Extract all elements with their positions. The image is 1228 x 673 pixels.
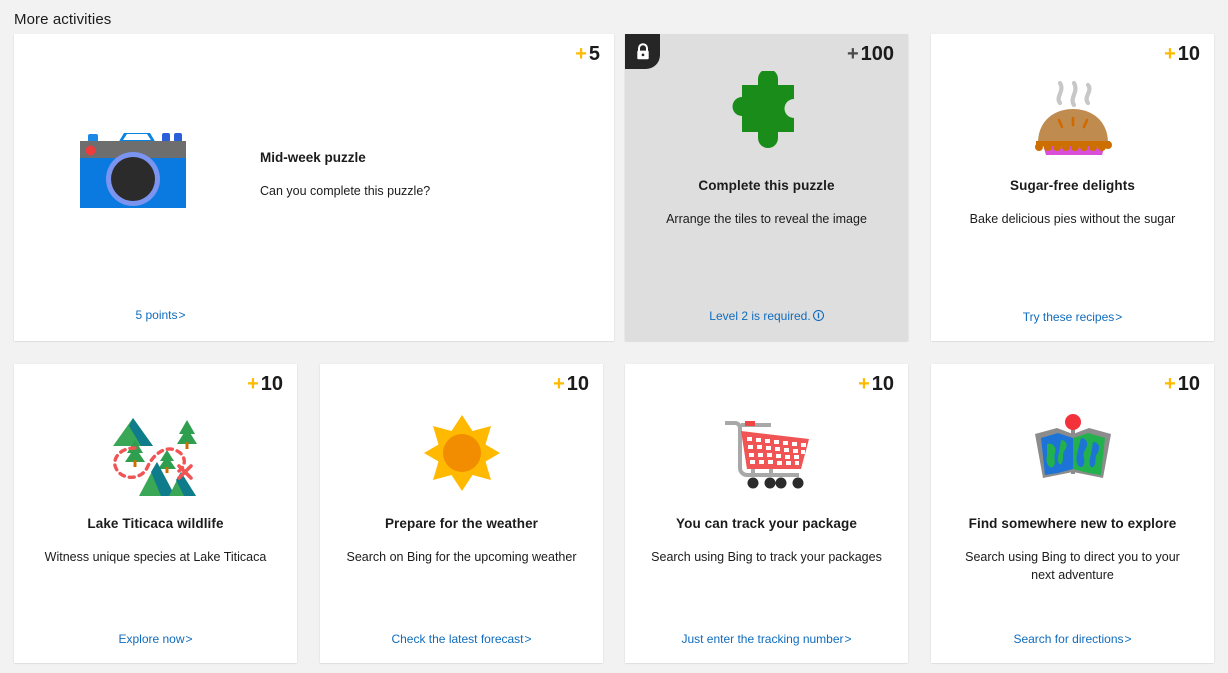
activity-card-find-somewhere-new[interactable]: +10 Find somewhere new to explore Search…: [931, 364, 1214, 663]
card-action-label: Check the latest forecast: [391, 632, 524, 646]
chevron-right-icon: >: [185, 632, 193, 646]
page-title: More activities: [14, 11, 112, 28]
card-title: Lake Titicaca wildlife: [87, 516, 224, 531]
sun-icon: [422, 410, 502, 496]
card-body: Complete this puzzle Arrange the tiles t…: [625, 34, 908, 341]
card-action-label: Just enter the tracking number: [681, 632, 844, 646]
card-body: You can track your package Search using …: [625, 364, 908, 663]
activity-card-sugar-free-delights[interactable]: +10 Sugar-free delights Bake delicious p…: [931, 34, 1214, 341]
card-action-label: Try these recipes: [1022, 310, 1115, 324]
card-description: Can you complete this puzzle?: [260, 184, 431, 198]
card-action-link[interactable]: Check the latest forecast>: [320, 632, 603, 646]
activity-card-complete-puzzle[interactable]: +100 Complete this puzzle Arrange the ti…: [625, 34, 908, 341]
trail-map-icon: [101, 410, 211, 496]
card-body: Prepare for the weather Search on Bing f…: [320, 364, 603, 663]
shopping-cart-icon: [719, 410, 815, 496]
card-action-link[interactable]: Just enter the tracking number>: [625, 632, 908, 646]
card-action-label: Level 2 is required.: [709, 309, 811, 323]
chevron-right-icon: >: [524, 632, 532, 646]
card-title: Find somewhere new to explore: [968, 516, 1177, 531]
card-description: Witness unique species at Lake Titicaca: [44, 550, 267, 564]
card-body: Lake Titicaca wildlife Witness unique sp…: [14, 364, 297, 663]
card-action-link[interactable]: 5 points>: [14, 308, 307, 322]
pie-icon: [1024, 74, 1122, 160]
card-body: Sugar-free delights Bake delicious pies …: [931, 34, 1214, 341]
info-icon[interactable]: [812, 309, 824, 324]
card-description: Search on Bing for the upcoming weather: [346, 550, 577, 564]
puzzle-piece-icon: [724, 71, 810, 160]
card-title: You can track your package: [676, 516, 857, 531]
card-description: Search using Bing to direct you to your …: [965, 550, 1180, 583]
activity-card-midweek-puzzle[interactable]: +5 Mid-week puzzle Can you complete this…: [14, 34, 614, 341]
chevron-right-icon: >: [844, 632, 852, 646]
camera-icon: [74, 126, 204, 216]
more-activities-page: More activities +5 Mid-week puzzle Can y…: [0, 0, 1228, 673]
activity-card-lake-titicaca[interactable]: +10 Lake Titicaca wildlife Witness uniqu…: [14, 364, 297, 663]
card-title: Mid-week puzzle: [260, 150, 366, 165]
card-description: Search using Bing to track your packages: [651, 550, 882, 564]
chevron-right-icon: >: [178, 308, 186, 322]
card-title: Sugar-free delights: [1010, 178, 1135, 193]
points-value: 5: [588, 43, 600, 65]
card-description: Bake delicious pies without the sugar: [969, 212, 1176, 226]
card-action-link[interactable]: Explore now>: [14, 632, 297, 646]
card-action-link[interactable]: Search for directions>: [931, 632, 1214, 646]
activity-card-track-package[interactable]: +10 You can track your package Search us…: [625, 364, 908, 663]
chevron-right-icon: >: [1124, 632, 1132, 646]
points-plus-sign: +: [575, 43, 587, 65]
card-action-label: 5 points: [135, 308, 178, 322]
card-title: Complete this puzzle: [698, 178, 835, 193]
chevron-right-icon: >: [1115, 310, 1123, 324]
activity-card-prepare-weather[interactable]: +10 Prepare for the weather Search on Bi…: [320, 364, 603, 663]
card-action-link[interactable]: Try these recipes>: [931, 310, 1214, 324]
points-badge: +5: [575, 44, 600, 64]
folded-map-icon: [1027, 410, 1119, 496]
card-title: Prepare for the weather: [384, 516, 539, 531]
card-body: Find somewhere new to explore Search usi…: [931, 364, 1214, 663]
card-action-label: Search for directions: [1013, 632, 1124, 646]
card-action-link[interactable]: Level 2 is required.: [625, 309, 908, 324]
card-description: Arrange the tiles to reveal the image: [666, 212, 867, 226]
card-action-label: Explore now: [118, 632, 185, 646]
